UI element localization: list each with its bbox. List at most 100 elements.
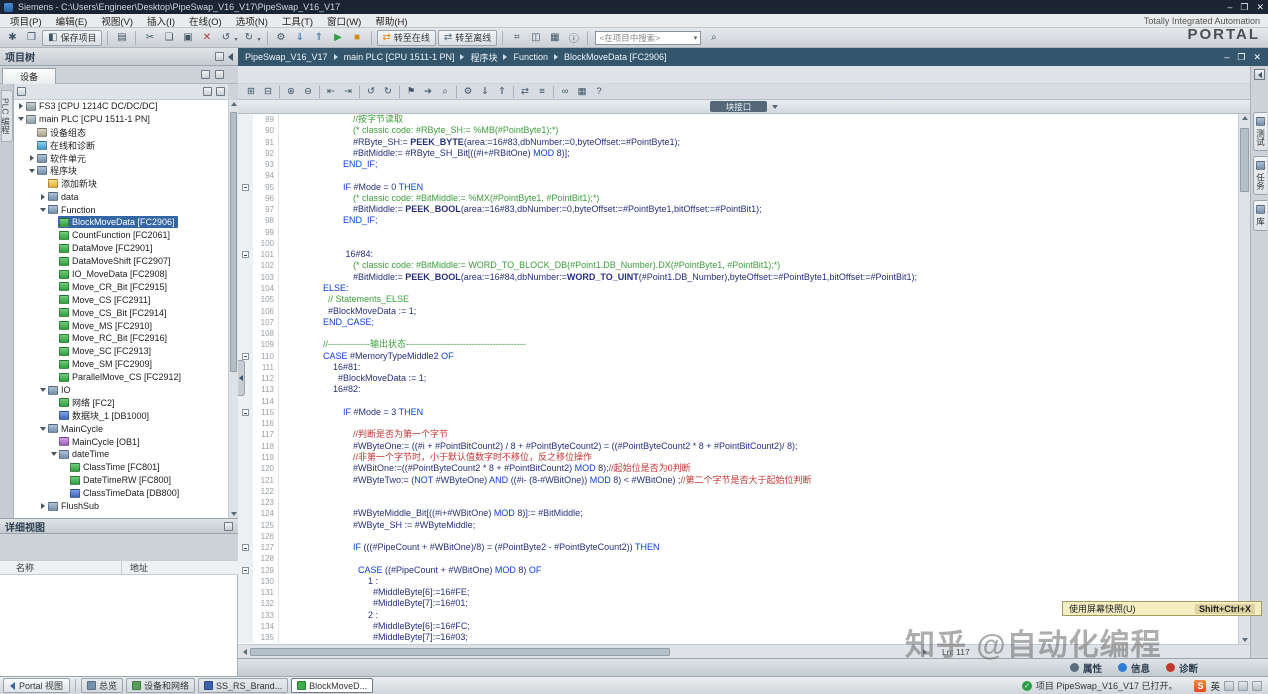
editor-bar-tab[interactable]: 总览: [81, 678, 124, 693]
ime-keyboard-icon[interactable]: [1238, 680, 1248, 691]
menu-item[interactable]: 插入(I): [140, 14, 182, 28]
menu-item[interactable]: 帮助(H): [368, 14, 414, 28]
tree-list-view-icon[interactable]: [17, 87, 26, 96]
fold-toggle-icon[interactable]: [238, 564, 253, 576]
expand-icon[interactable]: [16, 103, 25, 110]
snapshot-icon[interactable]: ▦: [574, 85, 590, 99]
tree-item[interactable]: CountFunction [FC2061]: [14, 229, 228, 242]
code-horizontal-scrollbar[interactable]: [240, 646, 930, 657]
project-info-icon[interactable]: ⓘ: [565, 30, 582, 46]
tree-item[interactable]: Move_CS [FC2911]: [14, 293, 228, 306]
editor-minimize-icon[interactable]: –: [1224, 52, 1229, 63]
open-project-icon[interactable]: ❐: [23, 30, 40, 46]
breadcrumb-item[interactable]: 程序块: [470, 51, 497, 64]
dropdown-icon[interactable]: ▾: [234, 36, 237, 43]
stop-cpu-icon[interactable]: ■: [349, 30, 366, 46]
dropdown-icon[interactable]: ▾: [694, 34, 698, 42]
expand-all-icon[interactable]: ⊞: [243, 85, 259, 99]
editor-restore-icon[interactable]: ❐: [1237, 52, 1245, 63]
tree-scrollbar[interactable]: [228, 100, 238, 518]
menu-item[interactable]: 在线(O): [182, 14, 229, 28]
tree-item[interactable]: main PLC [CPU 1511-1 PN]: [14, 113, 228, 126]
restore-icon[interactable]: ❐: [1240, 2, 1248, 13]
tree-item[interactable]: 程序块: [14, 164, 228, 177]
collapse-all-icon[interactable]: ⊟: [260, 85, 276, 99]
task-card-libraries[interactable]: 库: [1253, 200, 1267, 231]
accessible-devices-icon[interactable]: ⌗: [508, 30, 525, 46]
call-structure-icon[interactable]: ≡: [534, 85, 550, 99]
tree-item[interactable]: Function: [14, 203, 228, 216]
tree-item[interactable]: 添加新块: [14, 177, 228, 190]
editor-bar-tab[interactable]: SS_RS_Brand...: [198, 678, 289, 693]
tree-item[interactable]: BlockMoveData [FC2906]: [14, 216, 228, 229]
task-card-testing[interactable]: 测试: [1253, 112, 1267, 151]
start-cpu-icon[interactable]: ▶: [330, 30, 347, 46]
tree-item[interactable]: DataMoveShift [FC2907]: [14, 255, 228, 268]
tree-item[interactable]: 软件单元: [14, 152, 228, 165]
ime-settings-icon[interactable]: [1252, 680, 1262, 691]
help-icon[interactable]: ?: [591, 85, 607, 99]
insert-row-icon[interactable]: ⊕: [283, 85, 299, 99]
menu-item[interactable]: 项目(P): [3, 14, 49, 28]
collapse-icon[interactable]: [38, 388, 47, 393]
update-call-icon[interactable]: ⇄: [517, 85, 533, 99]
tab-devices[interactable]: 设备: [2, 68, 56, 84]
tree-item[interactable]: IO: [14, 384, 228, 397]
tree-item[interactable]: Move_CR_Bit [FC2915]: [14, 280, 228, 293]
menu-item[interactable]: 视图(V): [94, 14, 140, 28]
tree-item[interactable]: dateTime: [14, 448, 228, 461]
tree-item[interactable]: FlushSub: [14, 500, 228, 513]
pin-panel-icon[interactable]: [215, 52, 224, 61]
ime-language-indicator[interactable]: 英: [1210, 679, 1220, 693]
copy-icon[interactable]: ❏: [160, 30, 177, 46]
ime-pen-icon[interactable]: [1224, 680, 1234, 691]
tree-columns-icon[interactable]: [216, 87, 225, 96]
expand-icon[interactable]: [38, 193, 47, 200]
delete-row-icon[interactable]: ⊖: [300, 85, 316, 99]
search-project-input[interactable]: <在项目中搜索> ▾: [595, 30, 702, 45]
tree-item[interactable]: ClassTimeData [DB800]: [14, 487, 228, 500]
cut-icon[interactable]: ✂: [141, 30, 158, 46]
tree-item[interactable]: Move_CS_Bit [FC2914]: [14, 306, 228, 319]
dropdown-icon[interactable]: ▾: [257, 36, 260, 43]
editor-bar-tab[interactable]: 设备和网络: [126, 678, 196, 693]
tree-item[interactable]: Move_SM [FC2909]: [14, 358, 228, 371]
collapse-icon[interactable]: [16, 117, 25, 122]
fold-toggle-icon[interactable]: [238, 406, 253, 419]
tree-item[interactable]: DataMove [FC2901]: [14, 242, 228, 255]
redo-icon[interactable]: ↻: [240, 30, 257, 46]
go-online-button[interactable]: ⇄ 转至在线: [376, 29, 436, 46]
tree-view-icon[interactable]: [215, 70, 224, 79]
tree-filter-icon[interactable]: [203, 87, 212, 96]
collapse-icon[interactable]: [49, 452, 58, 457]
tree-item[interactable]: FS3 [CPU 1214C DC/DC/DC]: [14, 100, 228, 113]
block-interface-label[interactable]: 块接口: [709, 101, 768, 112]
tree-item[interactable]: ClassTime [FC801]: [14, 461, 228, 474]
close-icon[interactable]: ✕: [1256, 2, 1264, 13]
screenshot-menu-item[interactable]: 使用屏幕快照(U) Shift+Ctrl+X: [1062, 601, 1262, 616]
tree-item[interactable]: Move_MS [FC2910]: [14, 319, 228, 332]
code-vertical-scrollbar[interactable]: [1238, 114, 1250, 644]
plc-programming-vertical-tab[interactable]: PLC 编程: [0, 90, 13, 142]
breadcrumb-item[interactable]: main PLC [CPU 1511-1 PN]: [344, 52, 455, 62]
breadcrumb-item[interactable]: BlockMoveData [FC2906]: [564, 52, 667, 62]
go-offline-button[interactable]: ⇄ 转至离线: [437, 29, 498, 46]
scroll-up-icon[interactable]: [230, 102, 237, 106]
outdent-icon[interactable]: ⇤: [323, 85, 339, 99]
tab-diagnostics[interactable]: 诊断: [1165, 661, 1198, 675]
upload-from-device-icon[interactable]: ⇑: [311, 30, 328, 46]
monitor-glasses-icon[interactable]: ∞: [557, 85, 573, 99]
menu-item[interactable]: 编辑(E): [49, 14, 95, 28]
tree-item[interactable]: MainCycle [OB1]: [14, 435, 228, 448]
collapse-tree-icon[interactable]: [228, 52, 233, 61]
new-project-icon[interactable]: ✱: [4, 30, 21, 46]
fold-toggle-icon[interactable]: [238, 542, 253, 554]
expand-task-cards-button[interactable]: [1254, 69, 1265, 80]
download-icon[interactable]: ⇓: [477, 85, 493, 99]
expand-icon[interactable]: [38, 503, 47, 510]
tree-item[interactable]: DateTimeRW [FC800]: [14, 474, 228, 487]
cross-references-icon[interactable]: ▦: [546, 30, 563, 46]
details-view-header[interactable]: 详细视图: [0, 518, 238, 534]
undo-icon[interactable]: ↺: [217, 30, 234, 46]
fold-toggle-icon[interactable]: [238, 249, 253, 261]
